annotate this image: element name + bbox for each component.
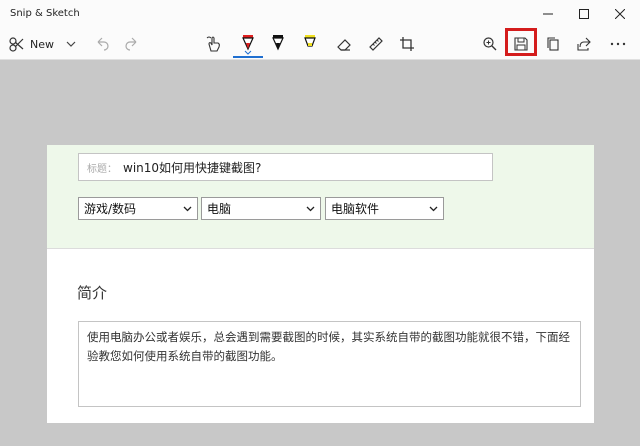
title-input[interactable]: 标题： win10如何用快捷键截图? bbox=[78, 153, 493, 181]
touch-writing-button[interactable] bbox=[200, 31, 228, 57]
copy-icon bbox=[547, 37, 559, 51]
intro-textarea[interactable]: 使用电脑办公或者娱乐，总会遇到需要截图的时候，其实系统自带的截图功能就很不错，下… bbox=[78, 321, 581, 407]
category-select-2-value: 电脑 bbox=[207, 202, 232, 216]
ruler-button[interactable] bbox=[362, 31, 390, 57]
redo-button[interactable] bbox=[118, 31, 146, 57]
eraser-button[interactable] bbox=[330, 31, 358, 57]
crop-icon bbox=[400, 37, 414, 51]
chevron-down-icon bbox=[66, 41, 76, 47]
highlighter-icon bbox=[304, 35, 316, 47]
redo-icon bbox=[125, 37, 137, 51]
highlighter-button[interactable] bbox=[296, 31, 324, 57]
snip-sketch-window: Snip & Sketch New 标题： win10如何用快捷键截图? 游戏/… bbox=[0, 0, 640, 446]
snip-canvas: 标题： win10如何用快捷键截图? 游戏/数码 电脑 电脑软件 简介 使用电脑… bbox=[0, 61, 640, 446]
more-button[interactable] bbox=[604, 31, 632, 57]
ruler-icon bbox=[369, 37, 383, 51]
share-icon bbox=[577, 37, 591, 51]
touch-writing-icon bbox=[206, 36, 220, 52]
category-select-3[interactable]: 电脑软件 bbox=[325, 197, 444, 220]
pen-options-chevron-icon[interactable] bbox=[244, 50, 252, 55]
minimize-button[interactable] bbox=[528, 0, 568, 28]
save-highlight-box bbox=[505, 28, 537, 56]
copy-button[interactable] bbox=[539, 31, 567, 57]
active-tool-indicator bbox=[233, 56, 263, 58]
chevron-down-icon bbox=[429, 206, 438, 212]
crop-button[interactable] bbox=[393, 31, 421, 57]
close-button[interactable] bbox=[600, 0, 640, 28]
screenshot-content: 标题： win10如何用快捷键截图? 游戏/数码 电脑 电脑软件 简介 使用电脑… bbox=[47, 145, 594, 423]
zoom-button[interactable] bbox=[476, 31, 504, 57]
category-select-2[interactable]: 电脑 bbox=[201, 197, 321, 220]
title-bar: Snip & Sketch bbox=[0, 0, 640, 28]
undo-icon bbox=[97, 37, 109, 51]
more-icon bbox=[610, 42, 626, 46]
pencil-icon bbox=[272, 35, 284, 51]
maximize-icon bbox=[579, 9, 589, 19]
category-select-1[interactable]: 游戏/数码 bbox=[78, 197, 198, 220]
intro-heading: 简介 bbox=[77, 284, 108, 302]
title-prefix-label: 标题： bbox=[87, 163, 117, 175]
zoom-icon bbox=[483, 37, 497, 51]
undo-button[interactable] bbox=[88, 31, 116, 57]
maximize-button[interactable] bbox=[564, 0, 604, 28]
window-title: Snip & Sketch bbox=[10, 8, 80, 19]
form-header-panel: 标题： win10如何用快捷键截图? 游戏/数码 电脑 电脑软件 bbox=[47, 145, 594, 249]
eraser-icon bbox=[337, 39, 351, 51]
close-icon bbox=[615, 9, 625, 19]
minimize-icon bbox=[543, 13, 553, 15]
toolbar: New bbox=[0, 28, 640, 60]
chevron-down-icon bbox=[183, 206, 192, 212]
category-select-3-value: 电脑软件 bbox=[331, 202, 380, 216]
category-select-1-value: 游戏/数码 bbox=[84, 202, 137, 216]
title-value: win10如何用快捷键截图? bbox=[123, 160, 262, 175]
new-snip-button[interactable]: New bbox=[8, 31, 82, 57]
chevron-down-icon bbox=[306, 206, 315, 212]
pencil-button[interactable] bbox=[264, 31, 292, 57]
share-button[interactable] bbox=[570, 31, 598, 57]
new-snip-icon bbox=[9, 37, 24, 52]
new-label: New bbox=[30, 37, 54, 51]
